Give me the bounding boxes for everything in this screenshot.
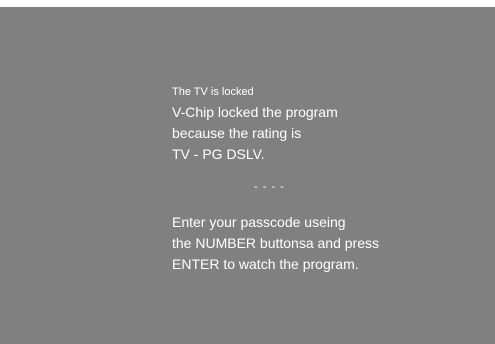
instruction-line-1: Enter your passcode useing [172, 214, 346, 230]
passcode-input[interactable]: - - - - [172, 180, 379, 194]
lock-message-line-1: V-Chip locked the program [172, 104, 338, 120]
lock-message-panel: The TV is locked V-Chip locked the progr… [172, 85, 379, 275]
tv-lock-screen: The TV is locked V-Chip locked the progr… [0, 7, 495, 344]
instruction-line-3: ENTER to watch the program. [172, 256, 359, 272]
instruction-line-2: the NUMBER buttonsa and press [172, 235, 379, 251]
rating-line: TV - PG DSLV. [172, 146, 265, 162]
lock-message-line-2: because the rating is [172, 125, 302, 141]
lock-title: The TV is locked [172, 86, 254, 98]
